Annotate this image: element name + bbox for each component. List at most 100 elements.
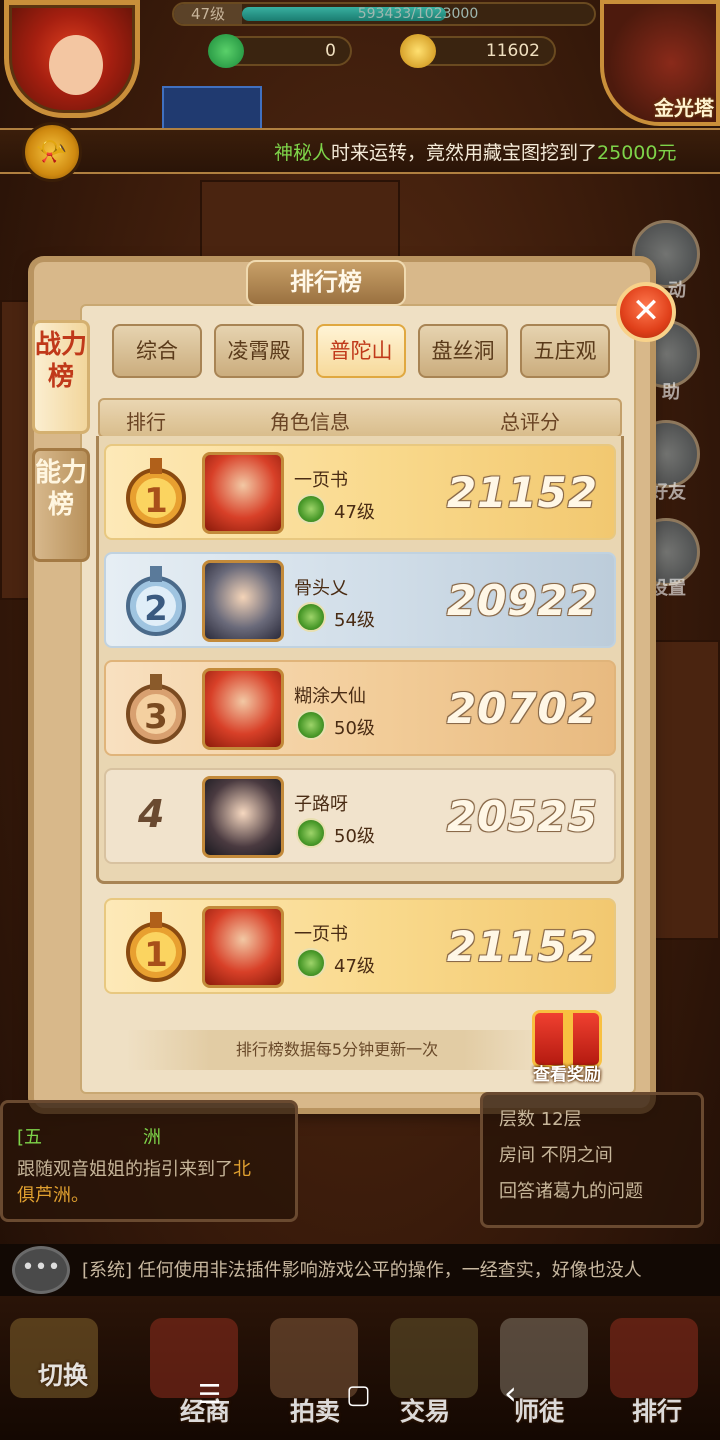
ranking-row[interactable]: 1 一页书 47级 21152 (104, 444, 616, 540)
player-name: 糊涂大仙 (294, 686, 366, 707)
jade-icon (208, 34, 244, 68)
tower-label: 金光塔 (654, 96, 714, 120)
broadcast-name: 神秘人 (274, 142, 332, 164)
tower-floor: 层数 12层 (499, 1109, 582, 1130)
helper-label: 助 (662, 382, 680, 403)
my-ranking-row[interactable]: 1 一页书 47级 21152 (104, 898, 616, 994)
player-score: 21152 (446, 922, 598, 971)
broadcast-amount: 25000元 (597, 142, 677, 164)
nav-ranking[interactable]: 排行 (632, 1392, 682, 1428)
tab-pansi[interactable]: 盘丝洞 (418, 324, 508, 378)
tab-lingxiao[interactable]: 凌霄殿 (214, 324, 304, 378)
player-score: 20922 (446, 576, 598, 625)
player-name: 子路呀 (294, 794, 348, 815)
player-portrait[interactable] (202, 906, 284, 988)
update-note: 排行榜数据每5分钟更新一次 (126, 1030, 548, 1070)
player-level: 54级 (334, 610, 375, 631)
quest-title: [五 (17, 1127, 43, 1148)
player-level: 47级 (334, 502, 375, 523)
player-level: 50级 (334, 826, 375, 847)
medal-rank: 2 (144, 589, 168, 629)
sect-emblem-icon (296, 602, 326, 632)
silver-medal-icon: 2 (126, 566, 186, 636)
player-level: 50级 (334, 718, 375, 739)
panel-title: 排行榜 (246, 260, 406, 306)
settings-label: 设置 (650, 578, 686, 599)
sect-emblem-icon (296, 948, 326, 978)
nav-auction[interactable]: 拍卖 (290, 1392, 340, 1428)
player-score: 20702 (446, 684, 598, 733)
tower-quest-tracker[interactable]: 层数 12层 房间 不阴之间 回答诸葛九的问题 (480, 1092, 704, 1228)
player-name: 一页书 (294, 470, 348, 491)
player-score: 20525 (446, 792, 598, 841)
medal-rank: 3 (144, 697, 168, 737)
auction-icon[interactable] (270, 1318, 358, 1398)
buff-icons[interactable] (162, 86, 262, 130)
tab-ability-ranking[interactable]: 能力榜 (32, 448, 90, 562)
player-portrait[interactable] (202, 452, 284, 534)
tower-task: 回答诸葛九的问题 (499, 1181, 643, 1202)
gold-medal-icon: 1 (126, 458, 186, 528)
background-shelf (650, 640, 720, 940)
tab-overall[interactable]: 综合 (112, 324, 202, 378)
player-portrait[interactable] (202, 776, 284, 858)
horn-icon[interactable]: 📯 (22, 122, 82, 182)
tower-room: 房间 不阴之间 (499, 1145, 613, 1166)
nav-mentor[interactable]: 师徒 (514, 1392, 564, 1428)
quest-desc: 跟随观音姐姐的指引来到了北 (17, 1155, 251, 1181)
level-exp-bar: 47级 593433/1023000 (172, 2, 596, 26)
system-menu-button[interactable]: ☰ (198, 1380, 221, 1410)
player-portrait[interactable] (202, 668, 284, 750)
sect-emblem-icon (296, 710, 326, 740)
medal-rank: 1 (144, 935, 168, 975)
broadcast-message: 神秘人时来运转，竟然用藏宝图挖到了25000元 (274, 138, 676, 165)
quest-desc-line2: 俱芦洲。 (17, 1185, 89, 1206)
column-header: 排行 角色信息 总评分 (98, 398, 622, 438)
gold-amount: 11602 (485, 41, 540, 61)
col-total-score: 总评分 (500, 410, 560, 434)
gold-medal-icon: 1 (126, 912, 186, 982)
quest-location: 洲 (143, 1127, 161, 1148)
ranking-row[interactable]: 4 子路呀 50级 20525 (104, 768, 616, 864)
bronze-medal-icon: 3 (126, 674, 186, 744)
system-back-button[interactable]: ‹ (504, 1374, 517, 1412)
sect-emblem-icon (296, 818, 326, 848)
rank-number: 4 (138, 792, 165, 836)
player-portrait[interactable] (202, 560, 284, 642)
system-home-button[interactable]: ▢ (346, 1380, 371, 1410)
tab-wuzhuang[interactable]: 五庄观 (520, 324, 610, 378)
tab-putuo[interactable]: 普陀山 (316, 324, 406, 378)
col-rank: 排行 (126, 410, 166, 434)
business-icon[interactable] (150, 1318, 238, 1398)
sect-emblem-icon (296, 494, 326, 524)
ranking-row[interactable]: 3 糊涂大仙 50级 20702 (104, 660, 616, 756)
background-shelf (200, 180, 400, 270)
jade-currency[interactable]: 0 (208, 34, 352, 68)
quest-desc-line2-wrap: 俱芦洲。 (17, 1181, 89, 1207)
exp-text: 593433/1023000 (357, 6, 479, 22)
nav-switch[interactable]: 切换 (38, 1356, 88, 1392)
quest-desc-line1: 跟随观音姐姐的指引来到了 (17, 1159, 233, 1180)
chat-message: [系统] 任何使用非法插件影响游戏公平的操作，一经查实，好像也没人 (82, 1260, 642, 1281)
player-level: 47级 (334, 956, 375, 977)
nav-trade[interactable]: 交易 (400, 1392, 450, 1428)
ranking-row[interactable]: 2 骨头乂 54级 20922 (104, 552, 616, 648)
player-name: 一页书 (294, 924, 348, 945)
gold-ingot-icon (400, 34, 436, 68)
tab-power-ranking[interactable]: 战力榜 (32, 320, 90, 434)
jade-amount: 0 (325, 41, 336, 61)
broadcast-bar: 📯 神秘人时来运转，竟然用藏宝图挖到了25000元 (0, 122, 720, 182)
chat-bubble-icon[interactable]: ••• (12, 1246, 70, 1294)
ranking-icon[interactable] (610, 1318, 698, 1398)
close-button[interactable]: ✕ (616, 282, 676, 342)
friends-label: 好友 (650, 482, 686, 503)
view-rewards-button[interactable]: 查看奖励 (524, 1010, 610, 1090)
gold-currency[interactable]: 11602 (400, 34, 556, 68)
broadcast-body: 时来运转，竟然用藏宝图挖到了 (331, 142, 598, 164)
chat-bar[interactable]: ••• [系统] 任何使用非法插件影响游戏公平的操作，一经查实，好像也没人 (0, 1244, 720, 1296)
medal-rank: 1 (144, 481, 168, 521)
quest-tracker[interactable]: [五 洲 跟随观音姐姐的指引来到了北 俱芦洲。 (0, 1100, 298, 1222)
trade-icon[interactable] (390, 1318, 478, 1398)
player-level: 47级 (174, 4, 242, 24)
player-avatar[interactable] (4, 0, 140, 118)
